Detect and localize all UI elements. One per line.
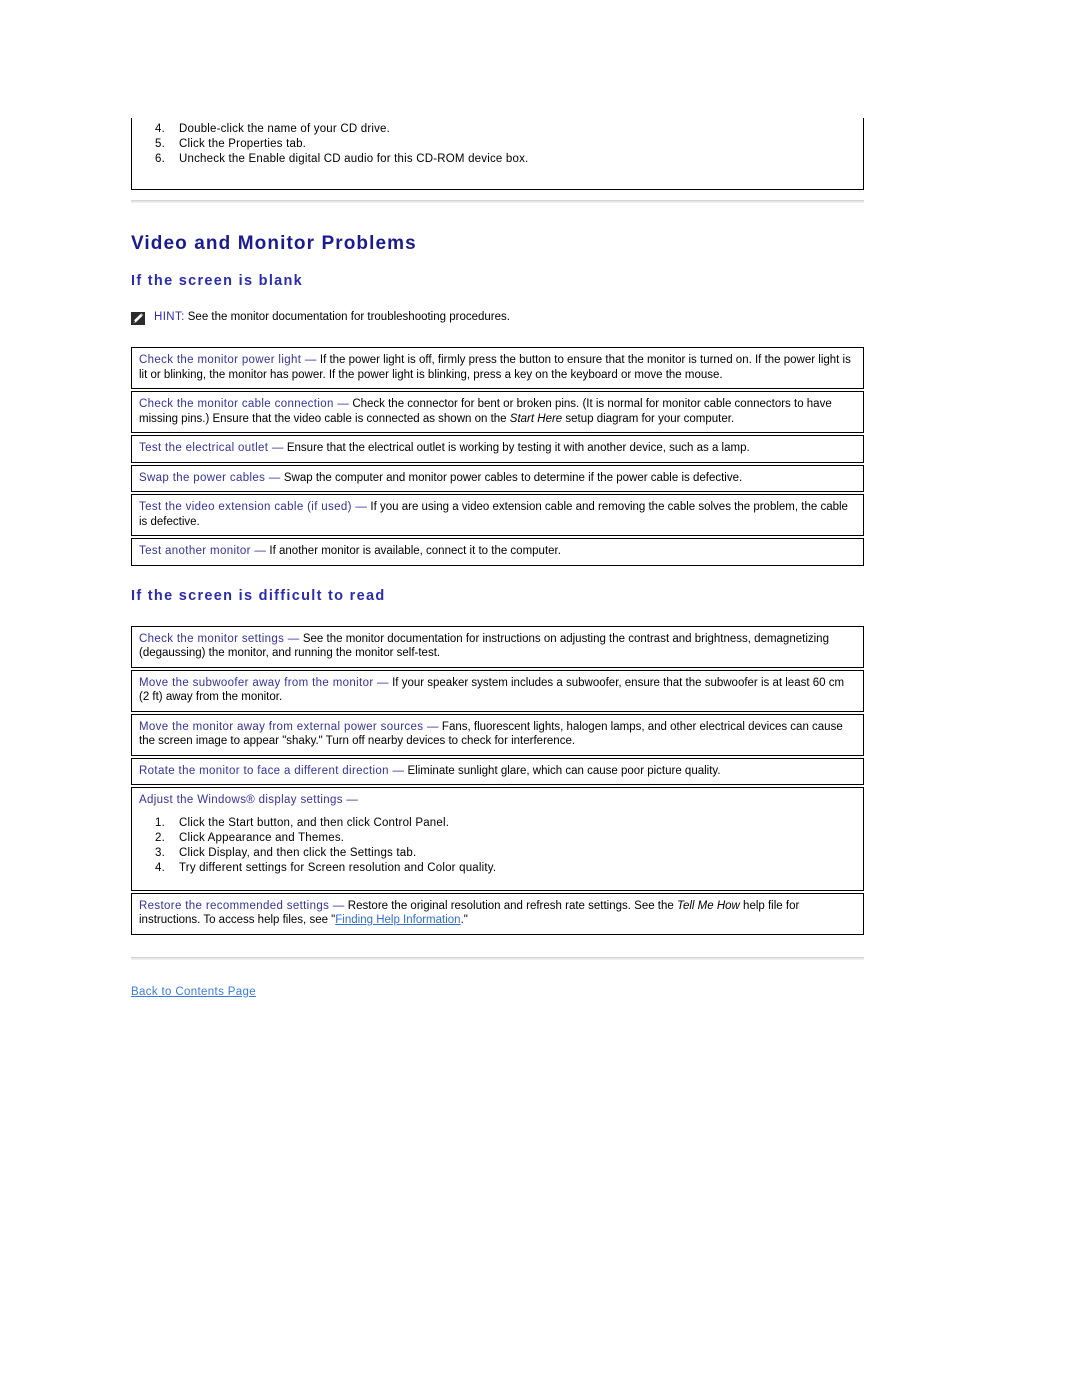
table-row: Swap the power cables — Swap the compute… xyxy=(131,464,864,492)
table-row-restore-settings: Restore the recommended settings — Resto… xyxy=(131,892,864,935)
row-label: Adjust the Windows® display settings — xyxy=(139,794,359,806)
display-settings-steps-list: 1. Click the Start button, and then click… xyxy=(139,816,856,876)
table-row: Move the subwoofer away from the monitor… xyxy=(131,669,864,712)
troubleshooting-table-blank-screen: Check the monitor power light — If the p… xyxy=(131,347,864,566)
row-label: Move the subwoofer away from the monitor… xyxy=(139,676,389,689)
document-content: 4. Double-click the name of your CD drive… xyxy=(131,118,864,1000)
row-text: ." xyxy=(460,914,468,926)
back-to-contents-link[interactable]: Back to Contents Page xyxy=(131,986,256,998)
hint-text: See the monitor documentation for troubl… xyxy=(187,311,510,323)
step-number: 2. xyxy=(155,831,165,844)
step-number: 4. xyxy=(155,861,165,874)
row-text: Restore the original resolution and refr… xyxy=(344,899,677,912)
row-text: If another monitor is available, connect… xyxy=(266,545,561,557)
step-text: Try different settings for Screen resolu… xyxy=(179,861,497,874)
hint-callout: HINT: See the monitor documentation for … xyxy=(131,311,864,325)
table-row: Test another monitor — If another monito… xyxy=(131,538,864,566)
step-number: 3. xyxy=(155,846,165,859)
step-text: Click Appearance and Themes. xyxy=(179,831,345,844)
row-label: Restore the recommended settings — xyxy=(139,899,345,912)
step-number: 6. xyxy=(155,153,165,165)
list-item: 4. Double-click the name of your CD drive… xyxy=(139,122,856,137)
row-label: Check the monitor settings — xyxy=(139,632,300,645)
table-row: Check the monitor settings — See the mon… xyxy=(131,625,864,668)
continued-steps-box: 4. Double-click the name of your CD drive… xyxy=(131,118,864,190)
row-text-italic: Start Here xyxy=(509,412,563,425)
list-item: 1. Click the Start button, and then click… xyxy=(139,816,856,831)
step-text: Click the Start button, and then click C… xyxy=(179,816,450,829)
row-text: setup diagram for your computer. xyxy=(562,412,735,425)
step-text: Click the Properties tab. xyxy=(179,138,307,150)
table-row: Move the monitor away from external powe… xyxy=(131,713,864,756)
troubleshooting-table-difficult-screen: Check the monitor settings — See the mon… xyxy=(131,625,864,935)
row-text: Ensure that the electrical outlet is wor… xyxy=(283,442,750,454)
row-text: Eliminate sunlight glare, which can caus… xyxy=(404,764,721,777)
step-text: Click Display, and then click the Settin… xyxy=(179,846,417,859)
finding-help-information-link[interactable]: Finding Help Information xyxy=(335,914,460,926)
row-label: Swap the power cables — xyxy=(139,471,281,484)
step-number: 5. xyxy=(155,138,165,150)
table-row: Check the monitor cable connection — Che… xyxy=(131,391,864,433)
table-row: Test the video extension cable (if used)… xyxy=(131,494,864,536)
list-item: 6. Uncheck the Enable digital CD audio fo… xyxy=(139,152,856,167)
list-item: 3. Click Display, and then click the Sett… xyxy=(139,846,856,861)
row-label: Test the electrical outlet — xyxy=(139,442,284,454)
list-item: 4. Try different settings for Screen reso… xyxy=(139,861,856,876)
note-pencil-icon xyxy=(131,312,145,325)
document-page: 4. Double-click the name of your CD drive… xyxy=(0,0,1080,1397)
table-row-display-settings: Adjust the Windows® display settings — 1… xyxy=(131,787,864,891)
continued-steps-list: 4. Double-click the name of your CD drive… xyxy=(139,122,856,167)
table-row: Check the monitor power light — If the p… xyxy=(131,347,864,389)
row-label: Test another monitor — xyxy=(139,545,267,557)
section-heading-screen-difficult: If the screen is difficult to read xyxy=(131,587,386,604)
row-label: Move the monitor away from external powe… xyxy=(139,720,439,733)
list-item: 5. Click the Properties tab. xyxy=(139,137,856,152)
row-text: Swap the computer and monitor power cabl… xyxy=(280,471,743,484)
list-item: 2. Click Appearance and Themes. xyxy=(139,831,856,846)
step-text: Double-click the name of your CD drive. xyxy=(179,123,391,135)
row-label: Test the video extension cable (if used)… xyxy=(139,501,368,513)
section-heading-screen-blank: If the screen is blank xyxy=(131,273,304,289)
row-label: Check the monitor cable connection — xyxy=(139,398,350,410)
hint-label: HINT: xyxy=(154,311,185,323)
row-label: Rotate the monitor to face a different d… xyxy=(139,764,405,777)
row-label: Check the monitor power light — xyxy=(139,354,317,366)
step-text: Uncheck the Enable digital CD audio for … xyxy=(179,153,529,165)
step-number: 1. xyxy=(155,816,165,829)
row-text-italic: Tell Me How xyxy=(677,899,740,912)
page-title: Video and Monitor Problems xyxy=(131,233,417,254)
step-number: 4. xyxy=(155,123,165,135)
table-row: Rotate the monitor to face a different d… xyxy=(131,757,864,785)
table-row: Test the electrical outlet — Ensure that… xyxy=(131,435,864,463)
